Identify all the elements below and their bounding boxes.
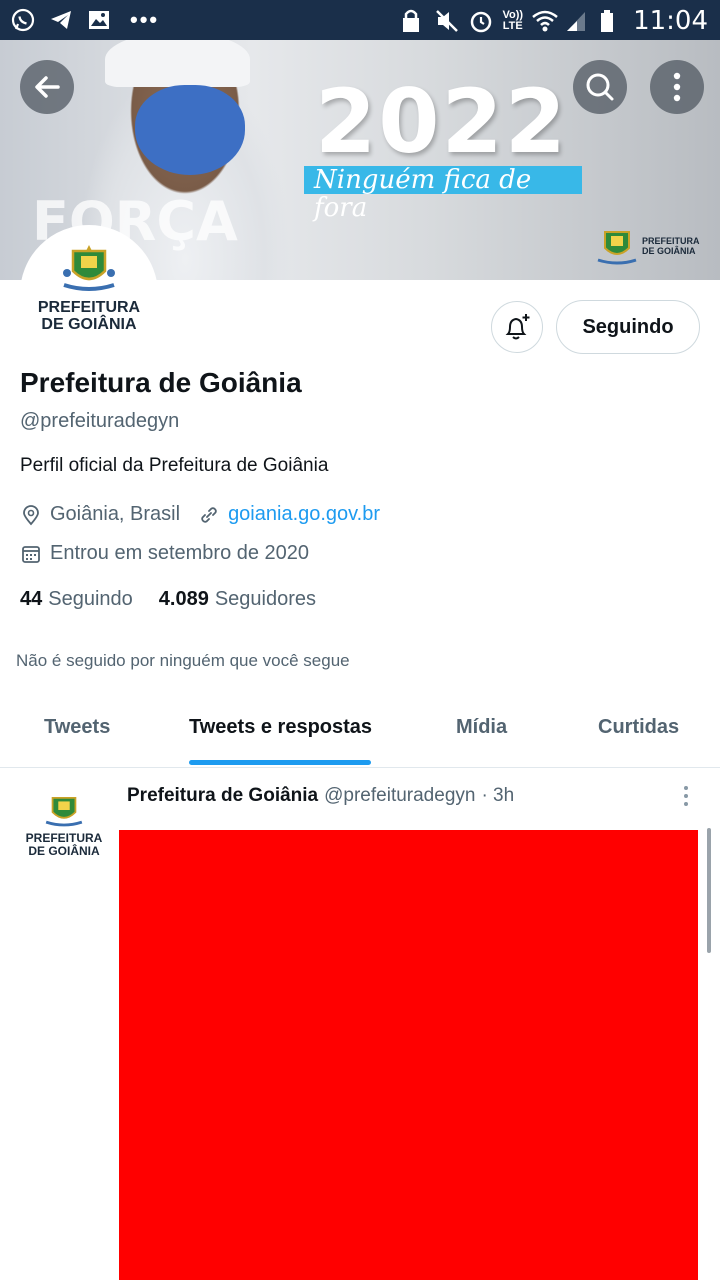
profile-website-link[interactable]: goiania.go.gov.br	[228, 503, 380, 526]
banner-logo-line1: PREFEITURA	[642, 236, 700, 246]
volte-indicator: Vo)) LTE	[502, 9, 524, 32]
followers-count-link[interactable]: 4.089 Seguidores	[159, 588, 316, 611]
coat-of-arms-icon	[63, 245, 115, 291]
more-notifications-icon: •••	[130, 7, 160, 32]
vertical-dots-icon	[673, 72, 681, 102]
calendar-icon	[20, 543, 42, 565]
search-button[interactable]	[573, 60, 627, 114]
tweet-avatar[interactable]: PREFEITURA DE GOIÂNIA	[24, 792, 104, 858]
profile-meta-row: Goiânia, Brasil goiania.go.gov.br	[20, 503, 380, 526]
profile-avatar[interactable]: PREFEITURA DE GOIÂNIA	[20, 225, 158, 363]
banner-logo: PREFEITURA DE GOIÂNIA	[596, 226, 700, 266]
active-tab-indicator	[189, 760, 371, 765]
search-icon	[586, 73, 614, 101]
profile-name: Prefeitura de Goiânia	[20, 367, 302, 398]
tweet-header: Prefeitura de Goiânia @prefeituradegyn ·…	[127, 785, 514, 807]
tab-media[interactable]: Mídia	[456, 716, 507, 739]
wifi-icon	[531, 8, 558, 34]
redacted-tweet-content	[119, 830, 698, 1280]
tab-tweets[interactable]: Tweets	[44, 716, 110, 739]
tweet-avatar-line1: PREFEITURA	[25, 831, 103, 845]
avatar-line1: PREFEITURA	[37, 299, 141, 316]
tweet-avatar-line2: DE GOIÂNIA	[28, 844, 100, 858]
tab-tweets-replies[interactable]: Tweets e respostas	[189, 716, 372, 739]
tab-likes[interactable]: Curtidas	[598, 716, 679, 739]
banner-cap	[105, 40, 250, 87]
avatar-line2: DE GOIÂNIA	[41, 316, 137, 333]
location-pin-icon	[20, 504, 42, 526]
battery-icon	[599, 8, 625, 34]
following-count-link[interactable]: 44 Seguindo	[20, 588, 133, 611]
coat-of-arms-icon	[45, 796, 83, 827]
banner-year: 2022	[315, 70, 568, 173]
profile-bio: Perfil oficial da Prefeitura de Goiânia	[20, 455, 329, 476]
banner-tagline: Ninguém fica de fora	[304, 166, 582, 222]
coat-of-arms-icon	[597, 231, 637, 265]
profile-joined-date: Entrou em setembro de 2020	[50, 542, 310, 564]
profile-location: Goiânia, Brasil	[50, 503, 181, 525]
tweet-more-button[interactable]	[676, 784, 696, 808]
tweet-author[interactable]: Prefeitura de Goiânia	[127, 785, 318, 807]
link-icon	[198, 504, 220, 526]
clock: 11:04	[633, 6, 708, 36]
vpn-lock-icon	[400, 8, 426, 34]
tweet-time: · 3h	[481, 785, 515, 806]
arrow-left-icon	[35, 76, 60, 98]
profile-joined-row: Entrou em setembro de 2020	[20, 542, 309, 565]
whatsapp-icon	[10, 7, 36, 33]
following-button[interactable]: Seguindo	[556, 300, 700, 354]
notifications-button[interactable]	[491, 301, 543, 353]
profile-handle: @prefeituradegyn	[20, 410, 180, 432]
gallery-icon	[86, 7, 112, 33]
profile-stats: 44 Seguindo 4.089 Seguidores	[20, 588, 316, 611]
profile-tabs: Tweets Tweets e respostas Mídia Curtidas	[0, 690, 720, 768]
telegram-icon	[48, 7, 74, 33]
banner-logo-line2: DE GOIÂNIA	[642, 246, 696, 256]
scrollbar[interactable]	[707, 828, 711, 953]
banner-mask	[135, 85, 245, 175]
back-button[interactable]	[20, 60, 74, 114]
more-options-button[interactable]	[650, 60, 704, 114]
signal-icon	[565, 8, 591, 34]
not-followed-notice: Não é seguido por ninguém que você segue	[16, 651, 350, 670]
bell-plus-icon	[505, 314, 530, 340]
status-bar: ••• Vo)) LTE 11:04	[0, 0, 720, 40]
mute-icon	[434, 8, 460, 34]
alarm-icon	[468, 8, 494, 34]
tweet-handle[interactable]: @prefeituradegyn	[324, 785, 475, 807]
